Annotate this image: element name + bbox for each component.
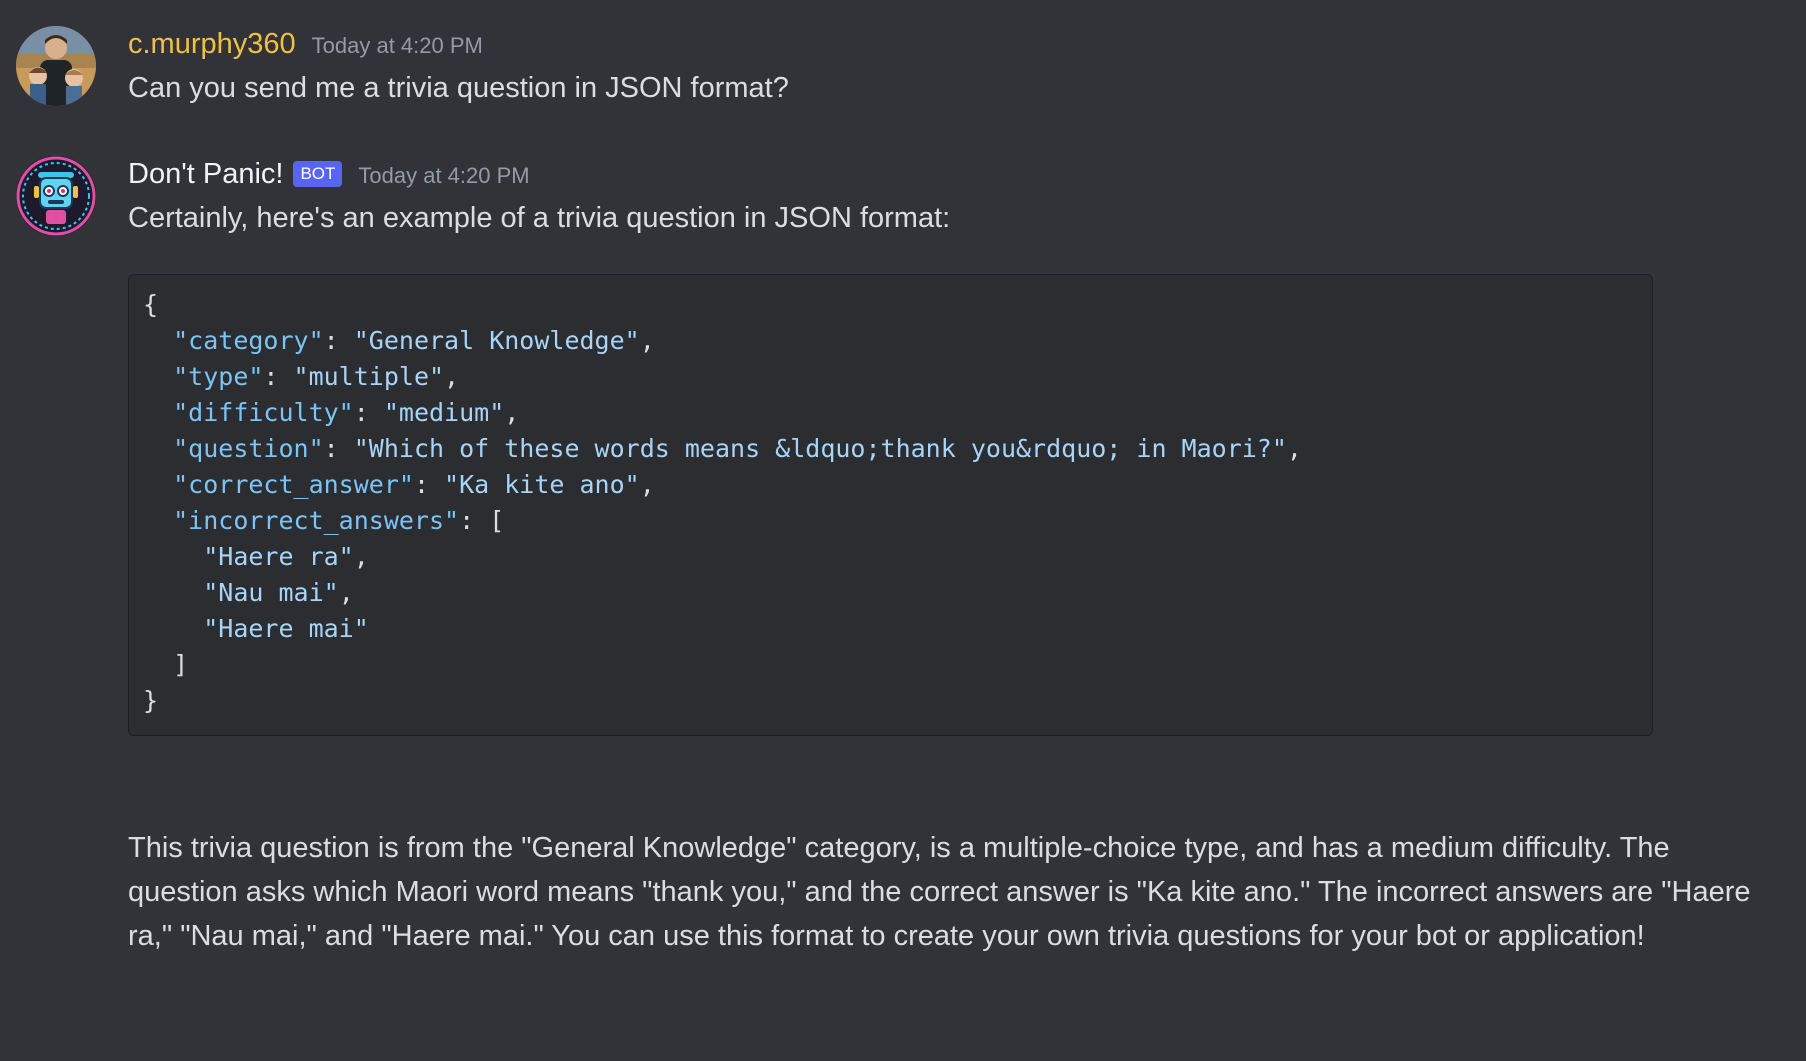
json-key: "difficulty"	[173, 398, 354, 427]
code-line: "question": "Which of these words means …	[173, 434, 1302, 463]
code-line: "Haere ra",	[203, 542, 369, 571]
json-value: "multiple"	[293, 362, 445, 391]
json-key: "type"	[173, 362, 264, 391]
code-line: "type": "multiple",	[173, 362, 460, 391]
username[interactable]: Don't Panic!	[128, 156, 283, 192]
user-avatar[interactable]	[16, 26, 96, 106]
json-open-brace: {	[143, 290, 159, 319]
code-line: ]	[143, 647, 1638, 683]
json-close-brace: }	[143, 686, 159, 715]
code-block[interactable]: { "category": "General Knowledge", "type…	[128, 274, 1653, 736]
explanation-text: This trivia question is from the "Genera…	[128, 832, 1751, 952]
timestamp[interactable]: Today at 4:20 PM	[358, 163, 529, 189]
code-line: "incorrect_answers": [	[173, 506, 505, 535]
message-text: Certainly, here's an example of a trivia…	[128, 202, 951, 234]
code-line: "Haere mai"	[143, 611, 1638, 647]
code-line: }	[143, 683, 1638, 719]
code-line: "category": "General Knowledge",	[173, 326, 655, 355]
code-line: {	[143, 287, 1638, 323]
family-photo-avatar-icon	[16, 26, 96, 106]
code-line: "Nau mai",	[203, 578, 354, 607]
json-key: "incorrect_answers"	[173, 506, 460, 535]
bot-avatar[interactable]	[16, 156, 96, 236]
username[interactable]: c.murphy360	[128, 26, 296, 62]
code-line: "difficulty": "medium",	[173, 398, 520, 427]
json-value: "Ka kite ano"	[444, 470, 640, 499]
timestamp[interactable]: Today at 4:20 PM	[312, 33, 483, 59]
robot-avatar-icon	[16, 156, 96, 236]
json-value: "Nau mai"	[203, 578, 339, 607]
json-close-bracket: ]	[173, 650, 189, 679]
json-key: "category"	[173, 326, 324, 355]
json-value: "Haere ra"	[203, 542, 354, 571]
json-value: "General Knowledge"	[353, 326, 640, 355]
json-key: "question"	[173, 434, 324, 463]
json-value: "Haere mai"	[203, 614, 369, 643]
json-key: "correct_answer"	[173, 470, 414, 499]
json-value: "medium"	[383, 398, 505, 427]
json-value: "Which of these words means &ldquo;thank…	[353, 434, 1287, 463]
code-line: "correct_answer": "Ka kite ano",	[173, 470, 655, 499]
bot-badge: BOT	[293, 161, 343, 187]
message-text: Can you send me a trivia question in JSO…	[128, 72, 789, 104]
